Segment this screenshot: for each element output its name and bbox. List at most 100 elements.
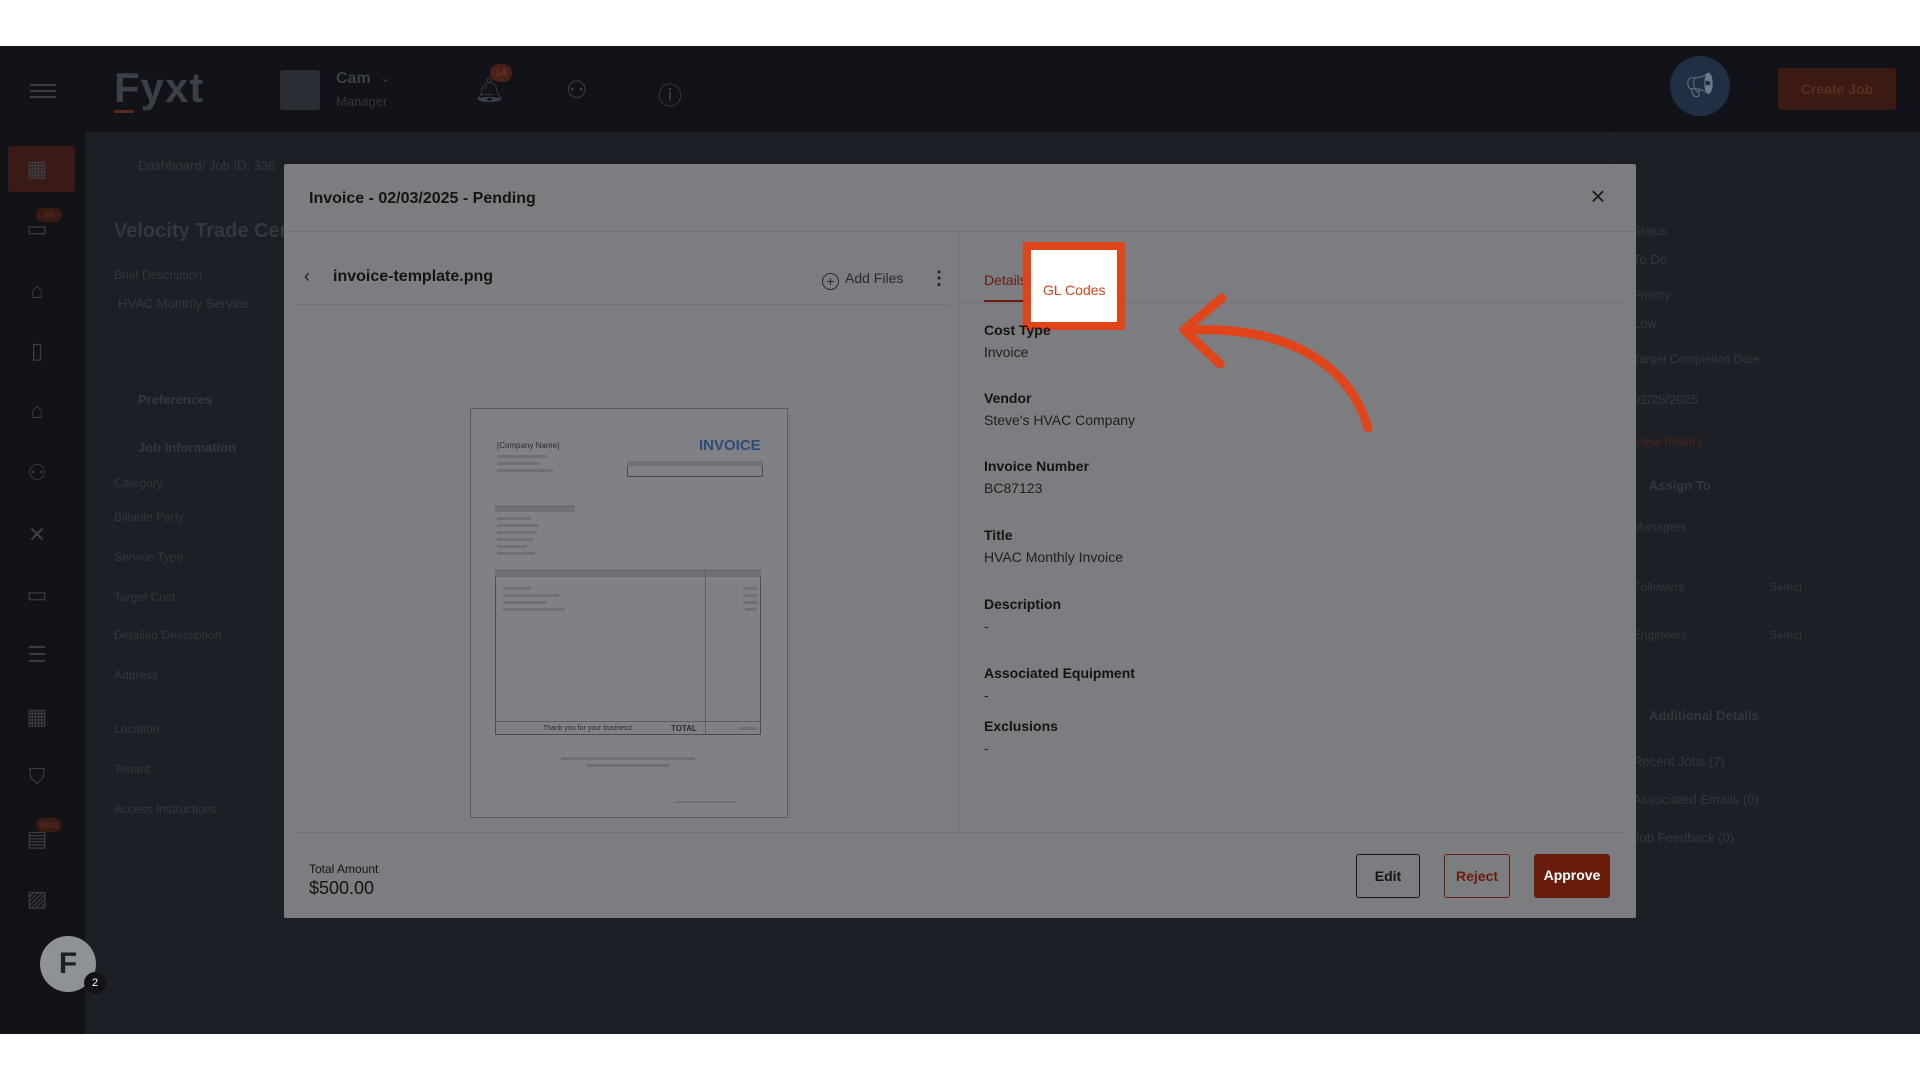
line-amount (743, 587, 757, 590)
help-icon[interactable]: ⓘ (658, 76, 682, 111)
field-access-instructions: Access Instructions (114, 802, 218, 816)
cost-type-value: Invoice (984, 344, 1029, 360)
annotation-arrow-icon (1179, 293, 1373, 433)
total-amount-value: $500.00 (309, 878, 375, 898)
tab-gl-codes[interactable]: GL Codes (1043, 282, 1106, 298)
avatar-badge: 2 (84, 972, 106, 994)
vendor-label: Vendor (984, 390, 1032, 406)
shield-icon[interactable]: ⛉ (22, 764, 52, 792)
invoice-thanks: Thank you for your business! (543, 725, 633, 732)
target-date-label: Target Completion Date (1633, 352, 1760, 366)
add-files-label: Add Files (845, 270, 904, 286)
field-tenant: Tenant (114, 762, 151, 776)
user-settings-icon[interactable]: ⚇ (566, 76, 588, 105)
invoice-modal: Invoice - 02/03/2025 - Pending × ‹ invoi… (284, 164, 1636, 918)
target-date-value[interactable]: 02/28/2025 (1633, 392, 1698, 407)
job-feedback-link[interactable]: Job Feedback (0) (1633, 830, 1734, 845)
notification-badge: 14 (490, 64, 512, 82)
menu-icon[interactable] (30, 84, 56, 98)
buildings-icon[interactable]: ⌂ (22, 398, 52, 426)
top-bar: Fyxt Cam ⌄ Manager 🔔︎ 14 ⚇ ⓘ 📢︎ Create J… (0, 46, 1920, 132)
logo-underline (114, 110, 134, 113)
address-line (497, 455, 547, 458)
line-item (503, 608, 565, 611)
invoice-image-preview[interactable]: [Company Name] INVOICE Thank you for you… (470, 408, 788, 818)
divider (294, 304, 950, 305)
footer-divider (294, 832, 1626, 833)
invoice-company: [Company Name] (497, 441, 560, 450)
preferences-label[interactable]: Preferences (138, 392, 212, 407)
status-value[interactable]: To Do (1633, 252, 1667, 267)
field-category: Category (114, 476, 163, 490)
create-job-button[interactable]: Create Job (1778, 68, 1896, 110)
workspace-name[interactable]: Cam (336, 70, 371, 88)
megaphone-icon[interactable]: 📢︎ (1670, 56, 1730, 116)
close-icon[interactable]: × (1584, 182, 1612, 210)
invoice-number-value: BC87123 (984, 480, 1043, 496)
footer-line (675, 801, 737, 803)
view-history-link[interactable]: View history (1633, 434, 1703, 449)
file-preview-pane: ‹ invoice-template.png + Add Files ⋮ [Com… (284, 232, 960, 832)
file-name: invoice-template.png (333, 268, 494, 285)
brief-description-value: HVAC Monthly Service (118, 296, 250, 311)
total-amount-label: Total Amount (309, 862, 379, 876)
contacts-icon[interactable]: ⚇ (22, 460, 52, 488)
invoice-number-label: Invoice Number (984, 458, 1090, 474)
priority-value[interactable]: Low (1633, 316, 1657, 331)
breadcrumb[interactable]: Dashboard/ Job ID: 336 (138, 158, 275, 173)
job-information-label[interactable]: Job Information (138, 440, 236, 455)
chevron-down-icon[interactable]: ⌄ (380, 70, 391, 86)
cost-type-label: Cost Type (984, 322, 1051, 338)
job-title: Velocity Trade Cen (114, 220, 292, 242)
edit-button[interactable]: Edit (1356, 854, 1420, 898)
tab-details[interactable]: Details (984, 272, 1027, 288)
bill-to-header (495, 505, 575, 512)
line-item (503, 601, 547, 604)
field-address: Address (114, 668, 159, 682)
bill-to-line (497, 524, 539, 527)
inbox-badge: 99 (36, 208, 62, 222)
managers-label: Managers (1633, 520, 1687, 534)
line-item (503, 594, 559, 597)
recent-jobs-link[interactable]: Recent Jobs (7) (1633, 754, 1725, 769)
documents-icon[interactable]: ▯ (22, 338, 52, 366)
field-target-cost: Target Cost (114, 590, 176, 604)
tools-icon[interactable]: ✕ (22, 522, 52, 550)
invoice-heading: INVOICE (699, 437, 761, 454)
engineers-label: Engineers (1633, 628, 1688, 642)
followers-select[interactable]: Select (1769, 580, 1802, 594)
line-amount (743, 601, 757, 604)
contact-line (587, 764, 669, 767)
tab-gl-codes-highlight[interactable]: GL Codes (1023, 242, 1125, 330)
address-line (497, 469, 553, 472)
field-service-type: Service Type (114, 550, 184, 564)
gallery-icon[interactable]: ▨ (22, 886, 52, 914)
engineers-select[interactable]: Select (1769, 628, 1802, 642)
exclusions-label: Exclusions (984, 718, 1058, 734)
reject-button[interactable]: Reject (1444, 854, 1510, 898)
invoice-meta-header (627, 461, 763, 466)
properties-icon[interactable]: ⌂ (22, 278, 52, 306)
app-window: Fyxt Cam ⌄ Manager 🔔︎ 14 ⚇ ⓘ 📢︎ Create J… (0, 46, 1920, 1034)
line-amount (743, 594, 757, 597)
line-amount (745, 608, 757, 611)
associated-emails-link[interactable]: Associated Emails (0) (1633, 792, 1759, 807)
chevron-left-icon[interactable]: ‹ (304, 266, 310, 287)
checklist-icon[interactable]: ☰ (22, 642, 52, 670)
add-files-button[interactable]: + Add Files (822, 270, 903, 290)
address-line (497, 462, 539, 465)
bill-to-line (497, 538, 533, 541)
approve-button[interactable]: Approve (1534, 854, 1610, 898)
status-label: Status (1633, 224, 1668, 238)
schedule-icon[interactable]: ▦ (22, 704, 52, 732)
more-options-icon[interactable]: ⋮ (930, 268, 948, 289)
workspace-avatar[interactable] (280, 70, 320, 110)
bill-to-line (497, 552, 535, 555)
modal-title: Invoice - 02/03/2025 - Pending (309, 190, 536, 207)
field-detailed-description: Detailed Description (114, 628, 222, 642)
associated-equipment-label: Associated Equipment (984, 665, 1135, 681)
title-label: Title (984, 527, 1013, 543)
dashboard-icon[interactable]: ▦ (22, 156, 52, 184)
sidebar: ▦ ▭ 99 ⌂ ▯ ⌂ ⚇ ✕ ▭ ☰ ▦ ⛉ ▤ Beta ▨ (0, 132, 85, 1034)
calendar-icon[interactable]: ▭ (22, 582, 52, 610)
